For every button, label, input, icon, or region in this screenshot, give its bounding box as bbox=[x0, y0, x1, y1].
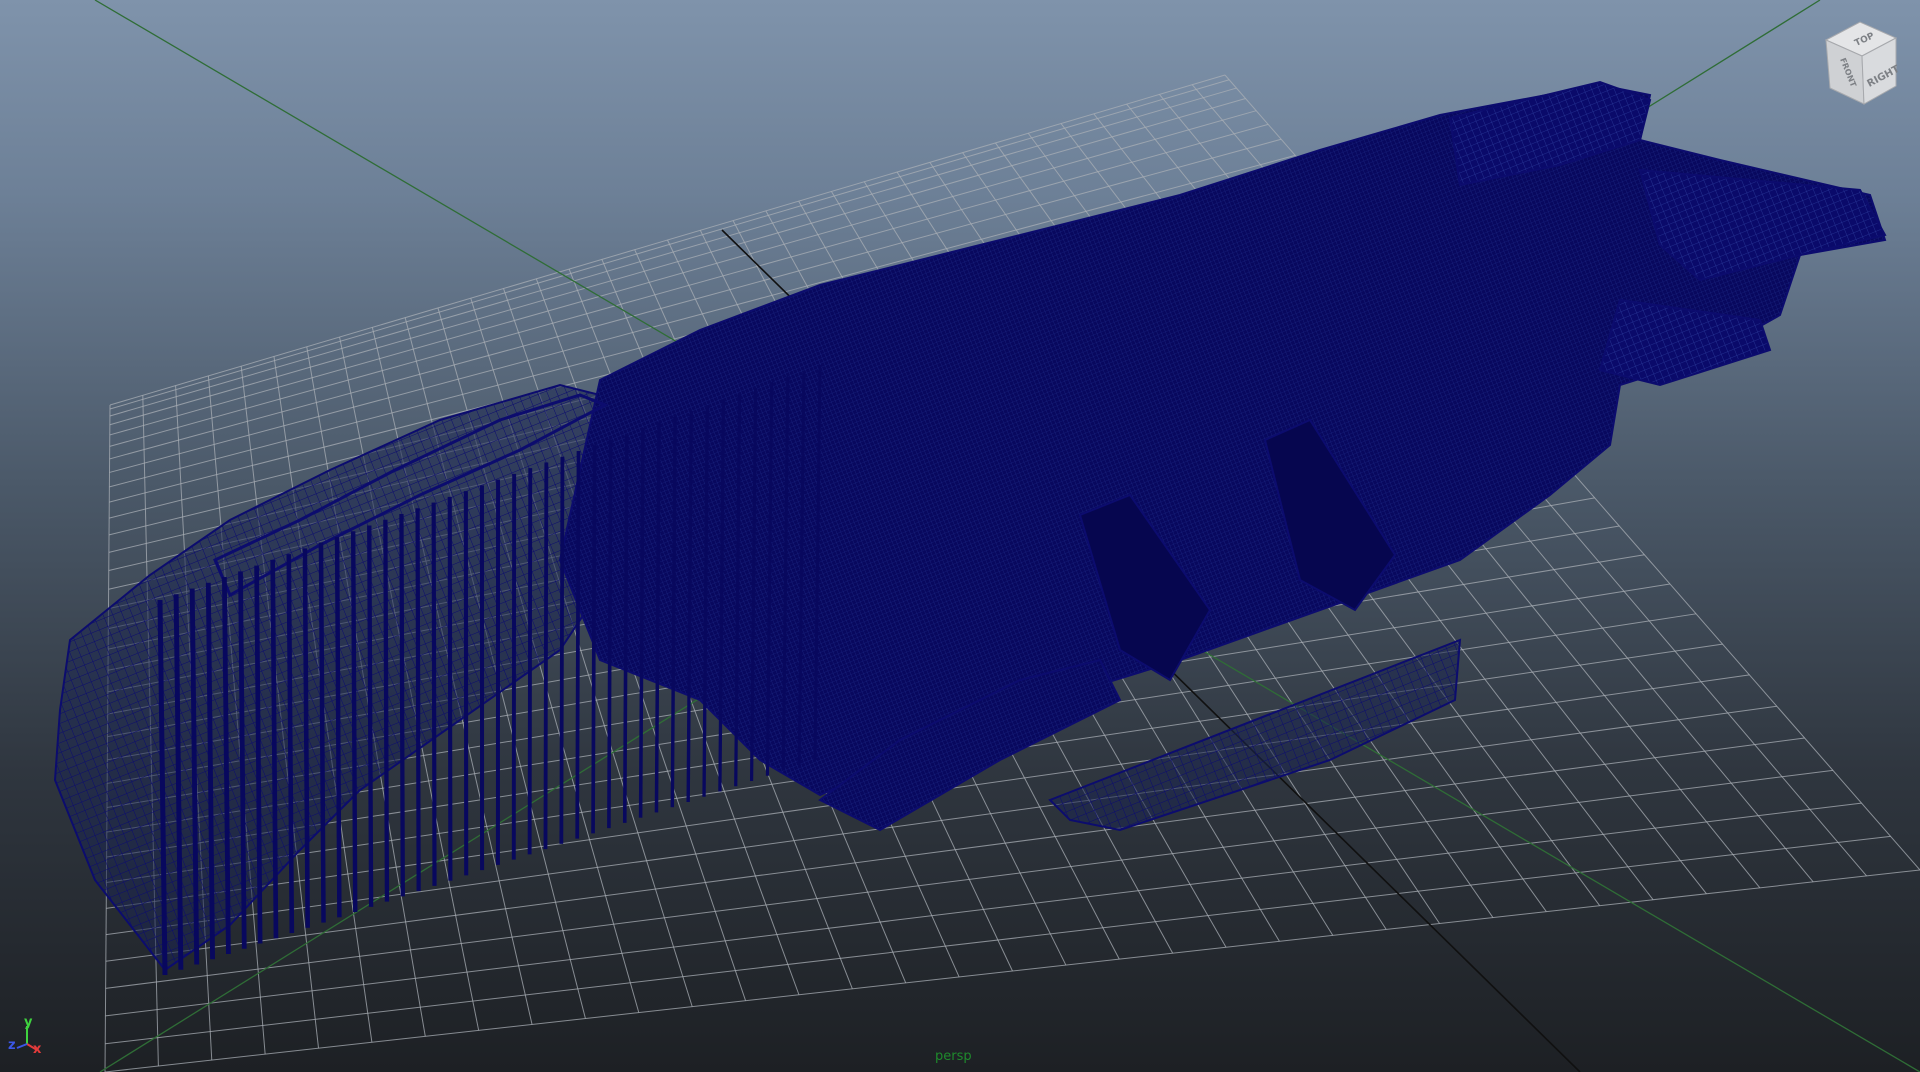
hull-rib bbox=[607, 439, 613, 829]
hull-rib bbox=[575, 450, 581, 839]
hull-rib bbox=[559, 456, 565, 844]
scene-canvas[interactable]: TOP RIGHT FRONT y x z bbox=[0, 0, 1920, 1072]
hull-rib bbox=[286, 554, 295, 934]
gizmo-z-label: z bbox=[8, 1038, 16, 1053]
gizmo-y-label: y bbox=[24, 1015, 33, 1030]
axis-gizmo: y x z bbox=[8, 1015, 42, 1057]
hull-rib bbox=[399, 514, 405, 897]
perspective-viewport[interactable]: TOP RIGHT FRONT y x z persp bbox=[0, 0, 1920, 1072]
hull-rib bbox=[543, 462, 549, 850]
hull-rib bbox=[383, 519, 390, 902]
spaceship-wireframe-mesh[interactable] bbox=[53, 80, 1887, 976]
camera-name-label: persp bbox=[935, 1049, 972, 1064]
view-cube[interactable]: TOP RIGHT FRONT bbox=[1824, 21, 1902, 105]
hull-rib bbox=[415, 508, 421, 892]
hull-rib bbox=[318, 542, 326, 923]
hull-rib bbox=[447, 496, 453, 881]
hull-rib bbox=[431, 502, 437, 886]
gizmo-x-label: x bbox=[33, 1042, 42, 1057]
hull-rib bbox=[302, 548, 310, 928]
hull-rib bbox=[367, 525, 374, 907]
hull-rib bbox=[350, 531, 358, 913]
hull-rib bbox=[270, 559, 279, 939]
hull-rib bbox=[638, 428, 645, 818]
hull-rib bbox=[622, 433, 629, 823]
gizmo-z-axis bbox=[16, 1043, 28, 1049]
hull-rib bbox=[591, 445, 597, 834]
hull-rib bbox=[334, 536, 342, 918]
hull-rib bbox=[527, 468, 533, 855]
